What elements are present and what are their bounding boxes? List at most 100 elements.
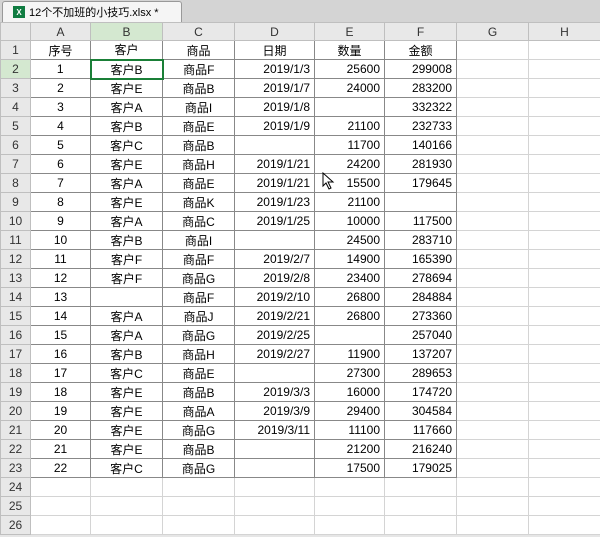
cell[interactable]: 2019/3/3 bbox=[235, 383, 315, 402]
spreadsheet-grid[interactable]: A B C D E F G H 1序号客户商品日期数量金额21客户B商品F201… bbox=[0, 22, 600, 535]
cell[interactable] bbox=[457, 288, 529, 307]
cell[interactable]: 289653 bbox=[385, 364, 457, 383]
cell[interactable] bbox=[529, 155, 600, 174]
row-header-24[interactable]: 24 bbox=[1, 478, 31, 497]
row-header-15[interactable]: 15 bbox=[1, 307, 31, 326]
cell[interactable]: 2019/2/10 bbox=[235, 288, 315, 307]
cell[interactable]: 商品A bbox=[163, 402, 235, 421]
workbook-tab[interactable]: X 12个不加班的小技巧.xlsx * bbox=[2, 1, 182, 22]
cell[interactable]: 24500 bbox=[315, 231, 385, 250]
cell[interactable]: 179025 bbox=[385, 459, 457, 478]
cell[interactable]: 商品I bbox=[163, 231, 235, 250]
cell[interactable]: 10000 bbox=[315, 212, 385, 231]
cell[interactable]: 15 bbox=[31, 326, 91, 345]
cell[interactable]: 14 bbox=[31, 307, 91, 326]
cell[interactable] bbox=[457, 212, 529, 231]
cell[interactable] bbox=[457, 516, 529, 535]
cell[interactable]: 客户F bbox=[91, 269, 163, 288]
row-header-5[interactable]: 5 bbox=[1, 117, 31, 136]
cell[interactable] bbox=[529, 231, 600, 250]
cell[interactable]: 17500 bbox=[315, 459, 385, 478]
cell[interactable]: 8 bbox=[31, 193, 91, 212]
cell[interactable] bbox=[457, 326, 529, 345]
cell[interactable]: 商品H bbox=[163, 155, 235, 174]
cell[interactable] bbox=[385, 497, 457, 516]
cell[interactable] bbox=[457, 41, 529, 60]
cell[interactable]: 4 bbox=[31, 117, 91, 136]
row-header-3[interactable]: 3 bbox=[1, 79, 31, 98]
cell[interactable]: 2019/2/25 bbox=[235, 326, 315, 345]
select-all-corner[interactable] bbox=[1, 23, 31, 41]
cell[interactable]: 5 bbox=[31, 136, 91, 155]
cell[interactable]: 216240 bbox=[385, 440, 457, 459]
cell[interactable]: 2019/1/21 bbox=[235, 155, 315, 174]
cell[interactable] bbox=[91, 516, 163, 535]
cell[interactable] bbox=[315, 98, 385, 117]
cell[interactable]: 284884 bbox=[385, 288, 457, 307]
cell[interactable]: 2019/1/23 bbox=[235, 193, 315, 212]
cell[interactable] bbox=[457, 174, 529, 193]
cell[interactable] bbox=[529, 250, 600, 269]
row-header-13[interactable]: 13 bbox=[1, 269, 31, 288]
cell[interactable]: 117660 bbox=[385, 421, 457, 440]
cell[interactable] bbox=[529, 79, 600, 98]
cell[interactable]: 332322 bbox=[385, 98, 457, 117]
cell[interactable]: 26800 bbox=[315, 288, 385, 307]
row-header-7[interactable]: 7 bbox=[1, 155, 31, 174]
cell[interactable]: 304584 bbox=[385, 402, 457, 421]
cell[interactable]: 16 bbox=[31, 345, 91, 364]
row-header-25[interactable]: 25 bbox=[1, 497, 31, 516]
row-header-21[interactable]: 21 bbox=[1, 421, 31, 440]
cell[interactable]: 137207 bbox=[385, 345, 457, 364]
cell[interactable]: 客户A bbox=[91, 326, 163, 345]
cell[interactable] bbox=[529, 402, 600, 421]
cell[interactable]: 19 bbox=[31, 402, 91, 421]
row-header-8[interactable]: 8 bbox=[1, 174, 31, 193]
cell[interactable] bbox=[385, 516, 457, 535]
cell[interactable]: 2019/1/9 bbox=[235, 117, 315, 136]
cell[interactable]: 客户E bbox=[91, 402, 163, 421]
cell[interactable]: 26800 bbox=[315, 307, 385, 326]
cell[interactable]: 117500 bbox=[385, 212, 457, 231]
table-header-cell[interactable]: 客户 bbox=[91, 41, 163, 60]
cell[interactable]: 21100 bbox=[315, 117, 385, 136]
cell[interactable] bbox=[235, 478, 315, 497]
cell[interactable]: 3 bbox=[31, 98, 91, 117]
cell[interactable] bbox=[457, 117, 529, 136]
cell[interactable] bbox=[529, 421, 600, 440]
cell[interactable]: 商品G bbox=[163, 326, 235, 345]
cell[interactable] bbox=[529, 288, 600, 307]
row-header-10[interactable]: 10 bbox=[1, 212, 31, 231]
cell[interactable] bbox=[529, 212, 600, 231]
cell[interactable]: 商品K bbox=[163, 193, 235, 212]
cell[interactable] bbox=[529, 364, 600, 383]
row-header-20[interactable]: 20 bbox=[1, 402, 31, 421]
cell[interactable] bbox=[529, 117, 600, 136]
cell[interactable] bbox=[529, 497, 600, 516]
cell[interactable] bbox=[235, 497, 315, 516]
cell[interactable]: 11100 bbox=[315, 421, 385, 440]
cell[interactable]: 25600 bbox=[315, 60, 385, 79]
cell[interactable] bbox=[457, 402, 529, 421]
cell[interactable] bbox=[315, 326, 385, 345]
col-header-A[interactable]: A bbox=[31, 23, 91, 41]
cell[interactable]: 2019/1/25 bbox=[235, 212, 315, 231]
cell[interactable]: 11 bbox=[31, 250, 91, 269]
cell[interactable] bbox=[385, 478, 457, 497]
cell[interactable]: 13 bbox=[31, 288, 91, 307]
row-header-14[interactable]: 14 bbox=[1, 288, 31, 307]
cell[interactable]: 商品B bbox=[163, 440, 235, 459]
cell[interactable] bbox=[529, 516, 600, 535]
cell[interactable]: 商品F bbox=[163, 288, 235, 307]
cell[interactable]: 21100 bbox=[315, 193, 385, 212]
cell[interactable]: 客户B bbox=[91, 231, 163, 250]
cell[interactable]: 商品G bbox=[163, 269, 235, 288]
cell[interactable] bbox=[235, 364, 315, 383]
cell[interactable]: 商品E bbox=[163, 174, 235, 193]
cell[interactable] bbox=[529, 193, 600, 212]
cell[interactable]: 2019/2/21 bbox=[235, 307, 315, 326]
cell[interactable]: 客户C bbox=[91, 136, 163, 155]
cell[interactable]: 21200 bbox=[315, 440, 385, 459]
cell[interactable] bbox=[529, 98, 600, 117]
table-header-cell[interactable]: 日期 bbox=[235, 41, 315, 60]
